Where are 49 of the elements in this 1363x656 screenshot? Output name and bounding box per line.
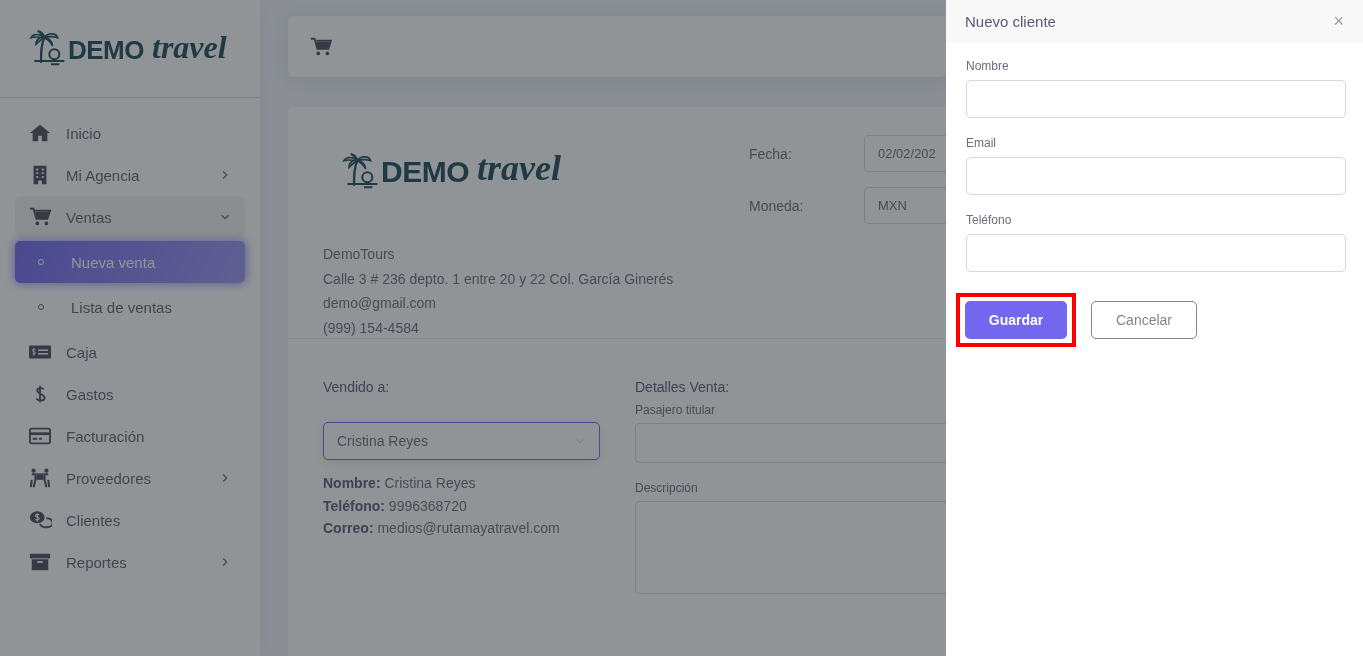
chat-dollar-icon [28,509,52,531]
sidebar-subitem[interactable]: Lista de ventas [15,286,245,328]
sidebar-item[interactable]: Proveedores [15,457,245,499]
logo-text: DEMO [68,35,144,66]
circle-icon [35,301,47,313]
field-label: Pasajero titular [635,403,717,417]
field-label: Moneda: [749,197,805,214]
logo-script-text: travel [152,29,227,66]
circle-icon [35,256,47,268]
sidebar-item[interactable]: Ventas [15,196,245,238]
save-button[interactable]: Guardar [965,301,1067,339]
card-icon [28,425,52,447]
logo-text: DEMO [381,155,469,189]
cart-icon [310,35,332,58]
client-select[interactable]: Cristina Reyes [323,422,600,460]
sidebar-item[interactable]: Inicio [15,112,245,154]
sidebar-item[interactable]: Facturación [15,415,245,457]
sidebar-item[interactable]: Clientes [15,499,245,541]
house-icon [28,122,52,144]
input-field[interactable] [966,234,1346,272]
field-label: Teléfono [966,213,1013,227]
close-button[interactable]: × [1333,11,1344,32]
drawer-title: Nuevo cliente [965,13,1056,30]
cart-icon [28,206,52,228]
sidebar-item[interactable]: Reportes [15,541,245,583]
cancel-button[interactable]: Cancelar [1091,301,1197,339]
field-label: Email [966,136,997,150]
company-info-text: (999) 154-4584 [323,318,420,338]
input-field[interactable] [966,80,1346,118]
client-info-text: Teléfono: 9996368720 [323,496,468,516]
client-info-text: Nombre: Cristina Reyes [323,474,477,493]
client-info-text: Correo: medios@rutamayatravel.com [323,519,561,538]
sidebar-item[interactable]: Mi Agencia [15,154,245,196]
archive-icon [28,551,52,573]
company-info-text: Calle 3 # 236 depto. 1 entre 20 y 22 Col. García Ginerés [323,269,675,289]
sidebar-subitem[interactable]: Nueva venta [15,241,245,283]
logo-script-text: travel [477,147,561,189]
input-field[interactable] [966,157,1346,195]
field-label: Nombre [966,59,1010,73]
field-label: Fecha: [749,145,793,162]
section-heading: Vendido a: [323,379,391,395]
company-info-text: DemoTours [323,245,396,264]
people-carrying-icon [28,467,52,489]
company-info-text: demo@gmail.com [323,294,438,313]
input-field[interactable] [635,423,946,463]
sidebar-item[interactable]: Caja [15,331,245,373]
field-label: Descripción [635,481,699,495]
sidebar-item[interactable]: Gastos [15,373,245,415]
section-heading: Detalles Venta: [635,379,731,395]
